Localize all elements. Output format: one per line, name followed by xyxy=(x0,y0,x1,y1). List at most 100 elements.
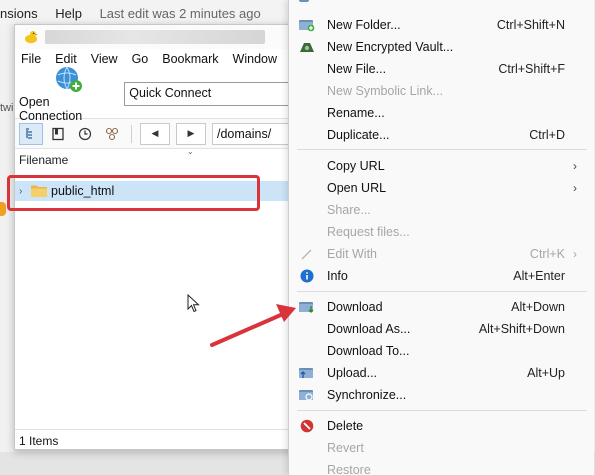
menu-item-shortcut: Ctrl+Shift+F xyxy=(498,62,565,76)
bonjour-icon xyxy=(105,127,119,140)
menu-item-download-to[interactable]: Download To... xyxy=(289,340,595,362)
background-left-strip: twi xyxy=(0,24,14,475)
mouse-cursor-icon xyxy=(187,294,200,313)
menu-item-label: Restore xyxy=(327,463,371,475)
back-arrow-icon: ◀ xyxy=(151,128,159,138)
background-left-fragment: twi xyxy=(0,102,14,114)
menu-divider xyxy=(297,291,587,292)
menu-item-delete[interactable]: Delete xyxy=(289,415,595,437)
menu-item-shortcut: Alt+Shift+Down xyxy=(478,322,565,336)
menu-item-new-symbolic-link[interactable]: New Symbolic Link... xyxy=(289,80,595,102)
menu-item-label: Request files... xyxy=(327,225,410,239)
menu-item-label: Copy URL xyxy=(327,159,385,173)
menu-item-shortcut: Ctrl+Shift+N xyxy=(496,18,565,32)
column-filename-label: Filename xyxy=(19,153,69,167)
menu-item-label: Download xyxy=(327,300,383,314)
menu-item-label: New Symbolic Link... xyxy=(327,84,444,98)
globe-add-icon xyxy=(55,66,82,92)
submenu-chevron-icon: › xyxy=(573,247,577,261)
menu-item-shortcut: Ctrl+K xyxy=(529,247,565,261)
path-field[interactable]: /domains/ xyxy=(212,122,292,145)
outline-view-icon xyxy=(26,127,32,139)
annotation-highlight-box xyxy=(7,175,260,211)
download-icon xyxy=(299,299,315,315)
vault-icon xyxy=(299,39,315,55)
menu-go[interactable]: Go xyxy=(132,52,149,66)
browser-view-button[interactable] xyxy=(19,122,43,145)
open-connection-button[interactable]: Open Connection xyxy=(19,65,116,123)
menu-window[interactable]: Window xyxy=(233,52,277,66)
menu-item-new-folder[interactable]: New Folder... Ctrl+Shift+N xyxy=(289,14,595,36)
menu-item-shortcut: Alt+Enter xyxy=(513,269,565,283)
background-menu-help[interactable]: Help xyxy=(55,6,82,21)
open-connection-label: Open Connection xyxy=(19,94,83,123)
sync-icon xyxy=(299,387,315,403)
menu-item-label: Upload... xyxy=(327,366,378,380)
delete-icon xyxy=(299,418,315,434)
menu-item-label: Info xyxy=(327,269,348,283)
menu-item-label: Revert xyxy=(327,441,364,455)
menu-item-label: Duplicate... xyxy=(327,128,390,142)
bookmarks-button[interactable] xyxy=(46,123,70,145)
navigation-bar: ◀ ▶ /domains/ xyxy=(15,119,303,149)
menu-item-label: Open URL xyxy=(327,181,387,195)
cyberduck-logo-icon xyxy=(25,31,38,44)
menu-item-share[interactable]: Share... xyxy=(289,199,595,221)
menu-item-synchronize[interactable]: Synchronize... xyxy=(289,384,595,406)
menu-item-shortcut: Alt+Up xyxy=(527,366,565,380)
menu-item-upload[interactable]: Upload... Alt+Up xyxy=(289,362,595,384)
column-header-filename[interactable]: ⌄ Filename xyxy=(15,147,303,169)
menu-bookmark[interactable]: Bookmark xyxy=(162,52,218,66)
menu-item-label: Download As... xyxy=(327,322,411,336)
menu-item-label: Share... xyxy=(327,203,371,217)
back-button[interactable]: ◀ xyxy=(140,122,170,145)
menu-item-label: New File... xyxy=(327,62,387,76)
menu-item-label: Edit With xyxy=(327,247,378,261)
menu-item-new-file[interactable]: New File... Ctrl+Shift+F xyxy=(289,58,595,80)
menu-item-label: Delete xyxy=(327,419,364,433)
status-bar: 1 Items xyxy=(15,429,303,449)
menu-item-restore[interactable]: Restore xyxy=(289,459,595,475)
partial-menu-icon xyxy=(299,0,309,2)
toolbar: Open Connection Quick Connect xyxy=(15,66,303,123)
forward-button[interactable]: ▶ xyxy=(176,122,206,145)
menu-item-label: Rename... xyxy=(327,106,385,120)
info-icon xyxy=(299,268,315,284)
last-edit-text[interactable]: Last edit was 2 minutes ago xyxy=(100,6,261,21)
menu-item-label: Synchronize... xyxy=(327,388,407,402)
upload-icon xyxy=(299,365,315,381)
background-menu-extensions[interactable]: nsions xyxy=(0,6,38,21)
quick-connect-field[interactable]: Quick Connect xyxy=(124,81,303,106)
menu-item-download-as[interactable]: Download As... Alt+Shift+Down xyxy=(289,318,595,340)
menu-divider xyxy=(297,149,587,150)
menu-item-new-encrypted-vault[interactable]: New Encrypted Vault... xyxy=(289,36,595,58)
submenu-chevron-icon: › xyxy=(573,181,577,195)
browser-window: File Edit View Go Bookmark Window H Open… xyxy=(14,24,304,450)
menu-item-edit-with[interactable]: Edit With Ctrl+K › xyxy=(289,243,595,265)
bookmark-book-icon xyxy=(52,127,64,140)
title-bar xyxy=(15,25,303,49)
menu-item-open-url[interactable]: Open URL › xyxy=(289,177,595,199)
menu-divider xyxy=(297,410,587,411)
menu-item-label: Download To... xyxy=(327,344,410,358)
new-folder-icon xyxy=(299,17,315,33)
context-menu: New Folder... Ctrl+Shift+N New Encrypted… xyxy=(288,0,594,475)
status-text: 1 Items xyxy=(19,434,59,448)
menu-item-copy-url[interactable]: Copy URL › xyxy=(289,155,595,177)
menu-item-info[interactable]: Info Alt+Enter xyxy=(289,265,595,287)
forward-arrow-icon: ▶ xyxy=(187,128,195,138)
menu-item-shortcut: Alt+Down xyxy=(511,300,565,314)
submenu-chevron-icon: › xyxy=(573,159,577,173)
menu-item-revert[interactable]: Revert xyxy=(289,437,595,459)
toolbar-separator xyxy=(131,124,132,143)
menu-item-label: New Encrypted Vault... xyxy=(327,40,454,54)
menu-item-request-files[interactable]: Request files... xyxy=(289,221,595,243)
menu-item-rename[interactable]: Rename... xyxy=(289,102,595,124)
menu-item-download[interactable]: Download Alt+Down xyxy=(289,296,595,318)
bonjour-button[interactable] xyxy=(100,123,124,145)
clock-icon xyxy=(78,127,92,140)
menu-item-duplicate[interactable]: Duplicate... Ctrl+D xyxy=(289,124,595,146)
menu-item-label: New Folder... xyxy=(327,18,401,32)
history-button[interactable] xyxy=(73,123,97,145)
background-menu: nsions Help Last edit was 2 minutes ago xyxy=(0,6,275,21)
